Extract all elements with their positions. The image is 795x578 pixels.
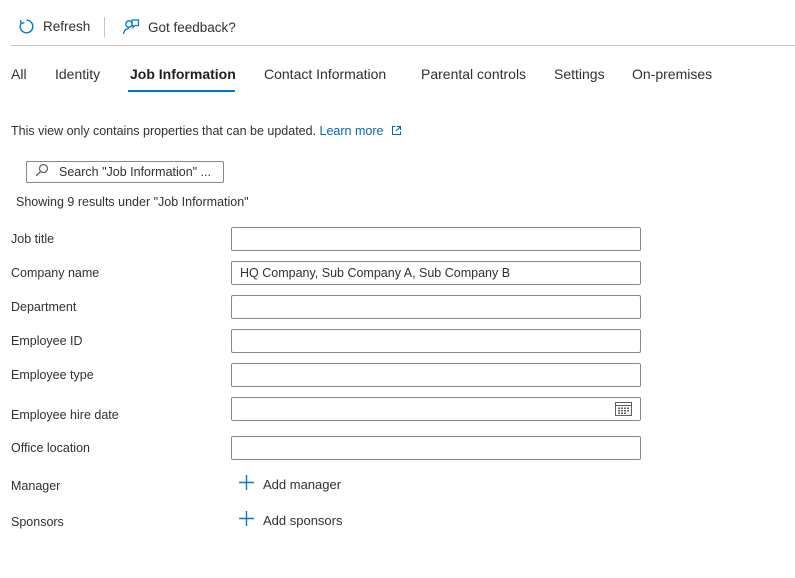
refresh-icon [18,18,35,35]
info-text: This view only contains properties that … [11,124,317,138]
tab-parental-controls[interactable]: Parental controls [421,66,526,82]
department-label: Department [11,300,77,314]
add-manager-button[interactable]: Add manager [238,474,341,494]
plus-icon [238,474,255,494]
feedback-label: Got feedback? [148,19,236,35]
sponsors-label: Sponsors [11,515,64,529]
department-field[interactable] [231,295,641,319]
search-input[interactable] [59,165,219,179]
refresh-label: Refresh [43,19,91,34]
employee-id-label: Employee ID [11,334,83,348]
search-icon [35,163,49,182]
employee-type-label: Employee type [11,368,94,382]
results-count: Showing 9 results under "Job Information… [16,195,249,209]
add-sponsors-label: Add sponsors [263,512,343,528]
hire-date-label: Employee hire date [11,408,119,422]
feedback-button[interactable]: Got feedback? [122,18,236,36]
company-name-field[interactable] [231,261,641,285]
tab-all[interactable]: All [11,66,27,82]
feedback-icon [122,18,140,36]
refresh-button[interactable]: Refresh [18,18,90,35]
tab-identity[interactable]: Identity [55,66,100,82]
tab-settings[interactable]: Settings [554,66,605,82]
employee-type-field[interactable] [231,363,641,387]
toolbar-divider [11,45,795,46]
toolbar-separator [104,17,105,37]
learn-more-link[interactable]: Learn more [320,124,402,138]
add-manager-label: Add manager [263,476,342,492]
learn-more-label: Learn more [319,124,384,138]
active-tab-indicator [128,90,235,92]
employee-id-field[interactable] [231,329,641,353]
search-box [26,161,224,183]
job-title-label: Job title [11,232,55,246]
company-name-label: Company name [11,266,100,280]
job-title-field[interactable] [231,227,641,251]
calendar-icon[interactable] [615,401,632,421]
plus-icon [238,510,255,530]
info-message: This view only contains properties that … [11,124,402,139]
tab-job-information[interactable]: Job Information [130,66,236,82]
office-location-field[interactable] [231,436,641,460]
external-link-icon [391,125,402,139]
tab-contact-information[interactable]: Contact Information [264,66,386,82]
add-sponsors-button[interactable]: Add sponsors [238,510,343,530]
hire-date-picker [231,397,641,421]
office-location-label: Office location [11,441,90,455]
manager-label: Manager [11,479,61,493]
hire-date-field[interactable] [231,397,641,421]
tab-on-premises[interactable]: On-premises [632,66,712,82]
